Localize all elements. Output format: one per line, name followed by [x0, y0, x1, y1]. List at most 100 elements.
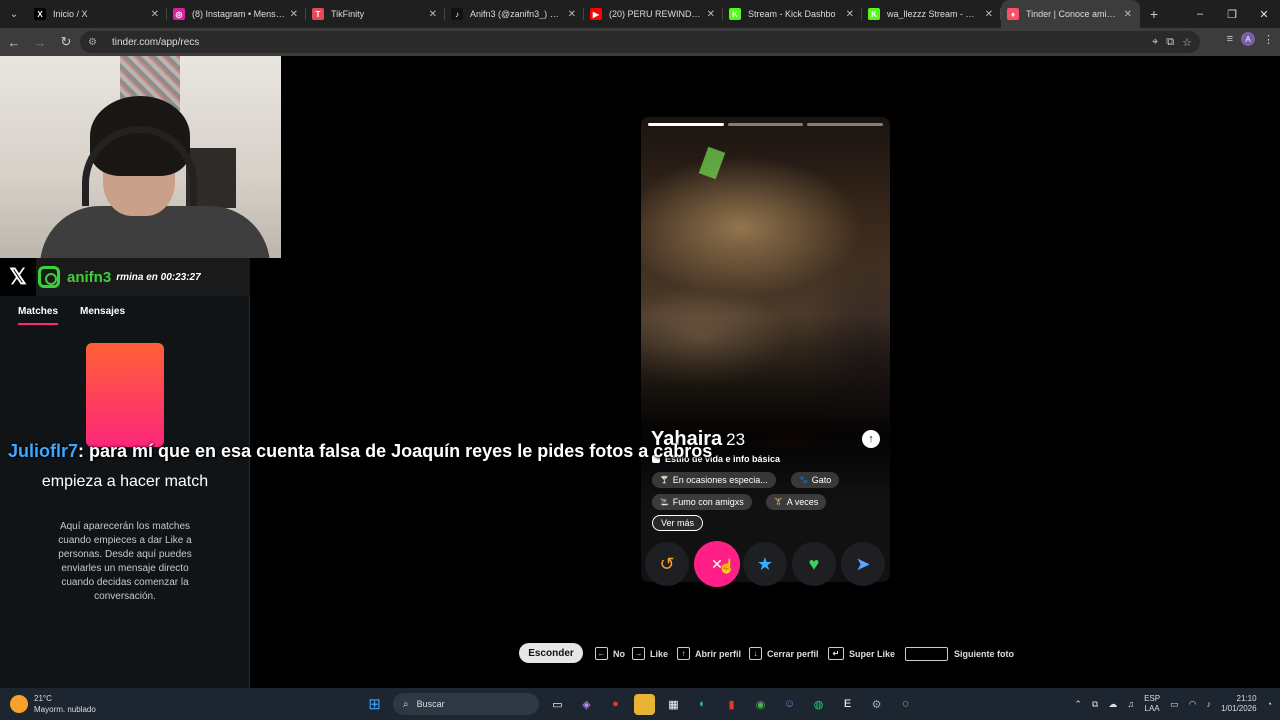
task-view-icon[interactable]: ▭	[547, 694, 568, 715]
chip-workout: 🏋 A veces	[766, 494, 827, 510]
store-icon[interactable]: ▦	[663, 694, 684, 715]
reload-icon[interactable]: ↻	[54, 30, 78, 54]
chip-pets: 🐾 Gato	[791, 472, 840, 488]
back-icon[interactable]: ←	[2, 30, 26, 54]
forward-icon[interactable]: →	[28, 30, 52, 54]
minimize-icon[interactable]: –	[1184, 0, 1216, 28]
tab-title: Inicio / X	[53, 9, 88, 19]
sidebar-tabs: Matches Mensajes	[18, 306, 125, 325]
taskbar-search[interactable]: ⌕ Buscar	[393, 693, 539, 715]
paw-icon: 🐾	[799, 477, 808, 484]
windows-taskbar: 21°C Mayorm. nublado ⊞ ⌕ Buscar ▭ ◈ ● ▦ ◐…	[0, 688, 1280, 720]
browser-toolbar: ← → ↻ ⚙ tinder.com/app/recs ⌖ ⧉ ☆ ≡ A ⋮	[0, 28, 1280, 56]
spotify-icon[interactable]: ◍	[808, 694, 829, 715]
browser-tab[interactable]: ▶ (20) PERU REWIND 2025 ✕	[584, 0, 723, 28]
close-tab-icon[interactable]: ✕	[151, 9, 159, 20]
weather-temp: 21°C	[34, 694, 52, 703]
shortcut-open-profile: ↑ Abrir perfil	[677, 647, 741, 660]
chat-username: Julioflr7	[8, 441, 79, 461]
new-tab-button[interactable]: +	[1140, 6, 1168, 22]
onedrive-icon[interactable]: ☁	[1108, 699, 1117, 710]
file-explorer-icon[interactable]	[634, 693, 655, 715]
clock[interactable]: 21:10 1/01/2026	[1221, 694, 1257, 714]
mouse-cursor-icon: ☝	[718, 558, 736, 574]
tab-matches[interactable]: Matches	[18, 306, 59, 325]
chrome-icon[interactable]: ◉	[750, 694, 771, 715]
enter-key-icon: ↵	[828, 647, 844, 660]
monitor-icon[interactable]: ▭	[1170, 699, 1179, 710]
like-button[interactable]: ♥	[792, 542, 836, 586]
hide-shortcuts-button[interactable]: Esconder	[519, 643, 583, 663]
tab-title: (8) Instagram • Mensajes	[192, 9, 286, 19]
heart-icon: ♥	[808, 553, 820, 574]
close-tab-icon[interactable]: ✕	[568, 9, 576, 20]
wifi-icon[interactable]: ◠	[1189, 699, 1197, 710]
kick-icon: K	[729, 8, 741, 20]
copilot-icon[interactable]: ◈	[576, 694, 597, 715]
browser-tab[interactable]: X Inicio / X ✕	[28, 0, 167, 28]
shortcut-super-like: ↵ Super Like	[828, 647, 895, 660]
bar-tv-screen	[698, 146, 726, 180]
app-icon[interactable]: ▮	[721, 694, 742, 715]
streamer-handle: anifn3	[67, 268, 112, 286]
address-bar[interactable]: ⚙ tinder.com/app/recs ⌖ ⧉ ☆	[80, 31, 1200, 53]
chip-smoking: 🚬 Fumo con amigxs	[652, 494, 752, 510]
browser-tab[interactable]: ♪ Anifn3 (@zanifn3_) está e ✕	[445, 0, 584, 28]
tab-media-icon[interactable]: ≡	[1227, 33, 1233, 45]
start-icon[interactable]: ⊞	[364, 694, 385, 715]
language-indicator[interactable]: ESP LAA	[1144, 694, 1160, 714]
edge-icon[interactable]: ◐	[692, 694, 713, 715]
tab-title: (20) PERU REWIND 2025	[609, 9, 703, 19]
notifications-icon[interactable]: ◔	[1267, 699, 1272, 709]
install-app-icon[interactable]: ⧉	[1166, 36, 1174, 49]
browser-tab[interactable]: ◎ (8) Instagram • Mensajes ✕	[167, 0, 306, 28]
likes-placeholder-card	[86, 343, 164, 447]
tab-search-menu[interactable]: ⌄	[0, 0, 28, 28]
boost-button[interactable]: ➤	[841, 542, 885, 586]
location-icon[interactable]: ⌖	[1152, 36, 1158, 49]
browser-tab[interactable]: K Stream - Kick Dashbo ✕	[723, 0, 862, 28]
steam-icon[interactable]: ⚙	[866, 694, 887, 715]
restore-icon[interactable]: ❐	[1216, 0, 1248, 28]
epic-games-icon[interactable]: E	[837, 694, 858, 715]
browser-menu-icon[interactable]: ⋮	[1263, 33, 1274, 46]
close-tab-icon[interactable]: ✕	[985, 9, 993, 20]
app-red-icon[interactable]: ●	[605, 694, 626, 715]
profile-avatar[interactable]: A	[1241, 32, 1255, 46]
rewind-button[interactable]: ↺	[645, 542, 689, 586]
up-arrow-key-icon: ↑	[677, 647, 690, 660]
volume-icon[interactable]: ♪	[1206, 699, 1211, 709]
see-more-button[interactable]: Ver más	[652, 515, 704, 531]
chat-text: : para mí que en esa cuenta falsa de Joa…	[78, 441, 713, 461]
close-tab-icon[interactable]: ✕	[1124, 9, 1132, 20]
tikfinity-icon: T	[312, 8, 324, 20]
close-tab-icon[interactable]: ✕	[846, 9, 854, 20]
super-like-button[interactable]: ★	[743, 542, 787, 586]
photo-progress-segment	[648, 123, 724, 126]
profile-card[interactable]: Yahaira 23 ↑ Estilo de vida e info básica…	[641, 117, 890, 582]
site-info-icon[interactable]: ⚙	[88, 37, 102, 48]
close-window-icon[interactable]: ✕	[1248, 0, 1280, 28]
browser-tab[interactable]: Kwa_llezzz Stream - Watch ✕	[862, 0, 1001, 28]
weather-widget[interactable]: 21°C Mayorm. nublado	[10, 693, 96, 715]
open-profile-arrow-icon[interactable]: ↑	[862, 430, 880, 448]
close-tab-icon[interactable]: ✕	[429, 9, 437, 20]
shortcut-like: → Like	[632, 647, 668, 660]
close-tab-icon[interactable]: ✕	[290, 9, 298, 20]
tray-chevron-icon[interactable]: ⌃	[1074, 699, 1082, 710]
browser-tab[interactable]: ♦ Tinder | Conoce amigos y ✕	[1001, 0, 1140, 28]
tray-app-icon[interactable]: ⧉	[1092, 699, 1098, 710]
tab-mensajes[interactable]: Mensajes	[80, 306, 125, 325]
instagram-icon: ◎	[173, 8, 185, 20]
send-icon: ➤	[855, 553, 871, 574]
close-tab-icon[interactable]: ✕	[707, 9, 715, 20]
url-text: tinder.com/app/recs	[112, 36, 200, 48]
right-arrow-key-icon: →	[632, 647, 645, 660]
browser-tab[interactable]: T TikFinity ✕	[306, 0, 445, 28]
obs-icon[interactable]: ◌	[895, 694, 916, 715]
microphone-icon[interactable]: ♫	[1127, 699, 1134, 709]
chat-message-overlay: Julioflr7: para mí que en esa cuenta fal…	[8, 441, 712, 462]
youtube-icon: ▶	[590, 8, 602, 20]
discord-icon[interactable]: ☺	[779, 694, 800, 715]
bookmark-star-icon[interactable]: ☆	[1182, 36, 1192, 49]
